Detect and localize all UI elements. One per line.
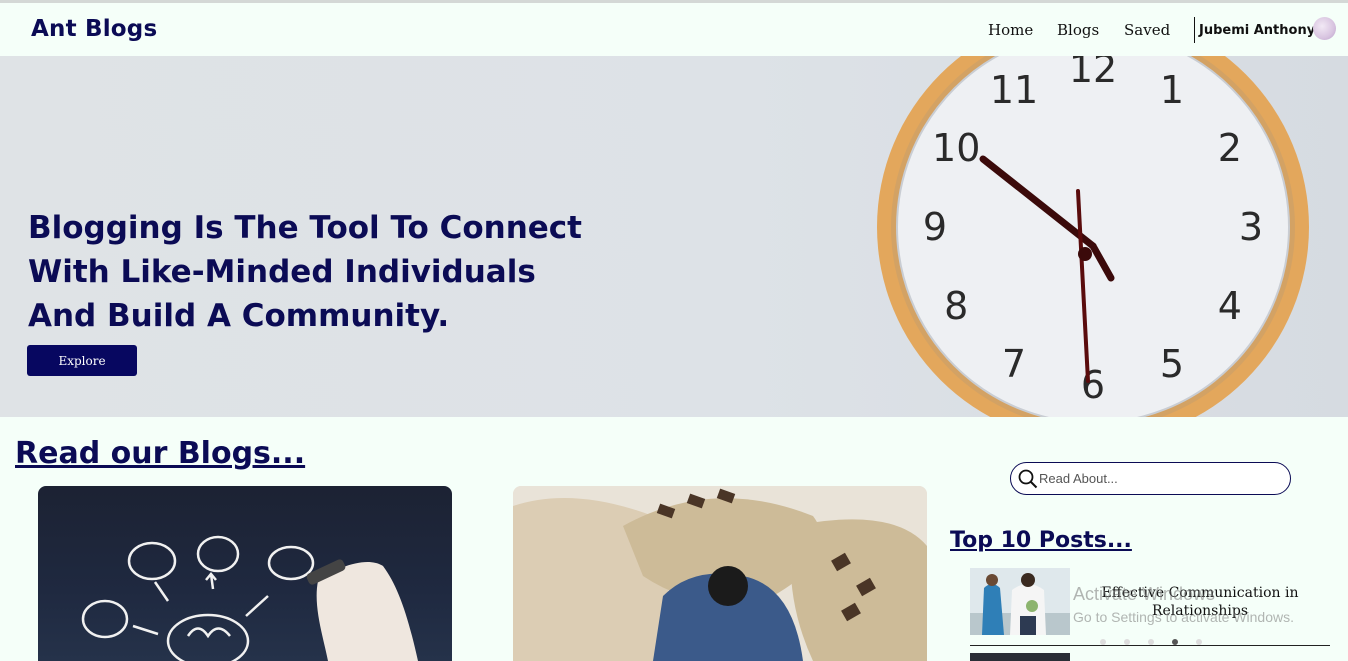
top-posts-title: Top 10 Posts... (950, 528, 1132, 553)
explore-button[interactable]: Explore (27, 345, 137, 376)
carousel-dots (1100, 630, 1220, 649)
clock-number: 3 (1239, 205, 1263, 249)
post-thumbnail (970, 653, 1070, 661)
clock-number: 2 (1218, 126, 1242, 170)
os-watermark: Activate Windows Go to Settings to activ… (1073, 584, 1294, 625)
clock-number: 8 (944, 284, 968, 328)
clock-image: 12 12 3 45 6 78 9 1011 (877, 56, 1309, 417)
avatar[interactable] (1313, 17, 1336, 40)
clock-number: 11 (990, 68, 1038, 112)
clock-number: 9 (923, 205, 947, 249)
clock-number: 7 (1002, 342, 1026, 386)
brand-logo[interactable]: Ant Blogs (31, 16, 157, 42)
search-bar[interactable] (1010, 462, 1291, 495)
nav-divider (1194, 17, 1195, 43)
navbar: Ant Blogs Home Blogs Saved Jubemi Anthon… (0, 3, 1348, 56)
clock-number: 12 (1069, 56, 1117, 91)
nav-link-home[interactable]: Home (988, 21, 1033, 39)
clock-number: 10 (932, 126, 980, 170)
carousel-dot[interactable] (1148, 639, 1154, 645)
carousel-dot[interactable] (1100, 639, 1106, 645)
watermark-line1: Activate Windows (1073, 584, 1216, 604)
blog-card-image (81, 535, 418, 661)
carousel-dot[interactable] (1196, 639, 1202, 645)
clock-number: 5 (1160, 342, 1184, 386)
user-name[interactable]: Jubemi Anthony (1199, 23, 1315, 38)
watermark-line2: Go to Settings to activate Windows. (1073, 609, 1294, 625)
blog-card[interactable] (513, 486, 927, 661)
hero-banner: Blogging Is The Tool To Connect With Lik… (0, 56, 1348, 417)
search-input[interactable] (1039, 469, 1279, 487)
clock-number: 6 (1081, 363, 1105, 407)
search-icon (1018, 469, 1038, 489)
hero-headline: Blogging Is The Tool To Connect With Lik… (28, 210, 582, 334)
blog-card-image (513, 486, 927, 661)
nav-link-blogs[interactable]: Blogs (1057, 21, 1099, 39)
nav-link-saved[interactable]: Saved (1124, 21, 1170, 39)
carousel-dot[interactable] (1124, 639, 1130, 645)
post-thumbnail (970, 568, 1070, 635)
blogs-section-title: Read our Blogs... (15, 436, 306, 471)
clock-number: 1 (1160, 68, 1184, 112)
blog-card[interactable] (38, 486, 452, 661)
carousel-dot[interactable] (1172, 639, 1178, 645)
clock-number: 4 (1218, 284, 1242, 328)
